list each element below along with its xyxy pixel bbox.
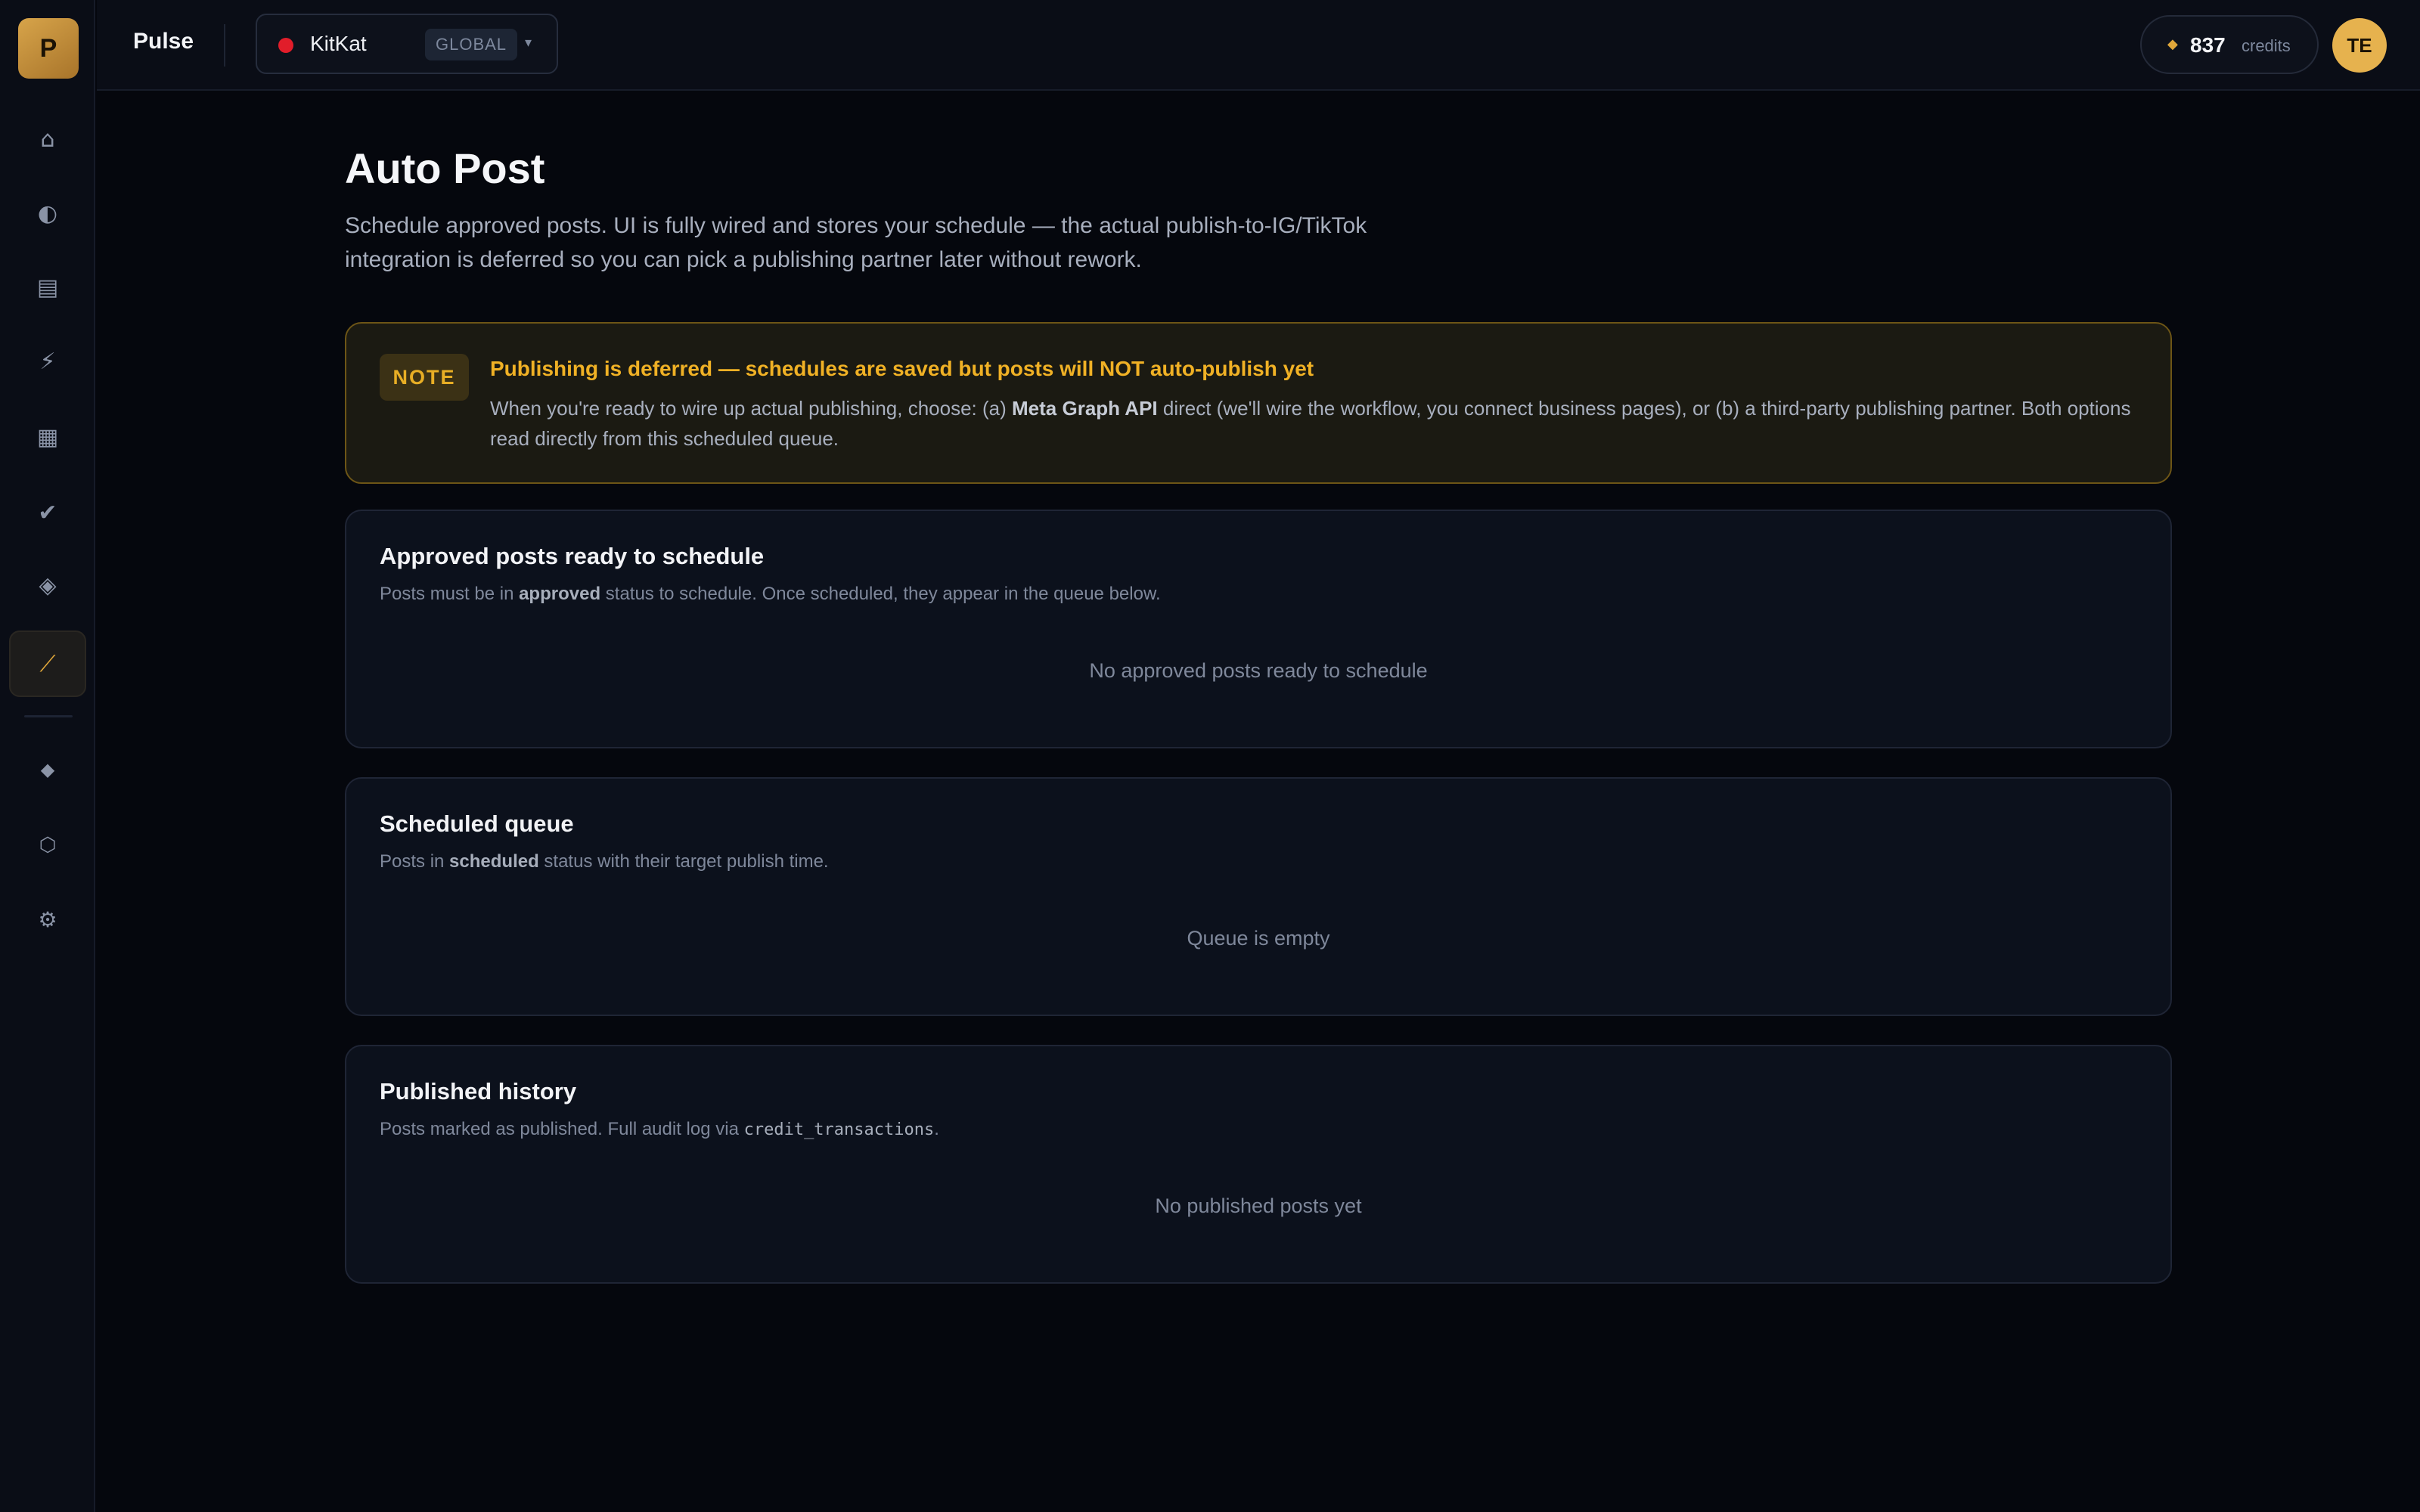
- app-logo[interactable]: P: [18, 18, 79, 79]
- deferred-note-banner: NOTE Publishing is deferred — schedules …: [345, 322, 2172, 484]
- credit-transactions-code: credit_transactions: [743, 1120, 935, 1139]
- workspace-name: KitKat: [310, 32, 367, 55]
- gear-icon[interactable]: ⚙: [9, 886, 86, 953]
- avatar[interactable]: TE: [2332, 18, 2387, 73]
- lightning-icon[interactable]: ⚡: [9, 328, 86, 395]
- layers-icon[interactable]: ◈: [9, 552, 86, 618]
- workspace-status-dot: [278, 38, 293, 53]
- brand-name[interactable]: Pulse: [133, 29, 194, 54]
- credits-diamond-icon: ◆: [2167, 36, 2178, 52]
- workspace-selector[interactable]: KitKat GLOBAL ▾: [256, 14, 558, 74]
- page-title: Auto Post: [345, 144, 545, 192]
- page-subtitle: Schedule approved posts. UI is fully wir…: [345, 213, 1367, 272]
- brand-separator: [224, 24, 225, 67]
- card-description: Posts marked as published. Full audit lo…: [380, 1119, 939, 1139]
- scheduled-queue-card: Scheduled queue Posts in scheduled statu…: [345, 777, 2172, 1016]
- meta-graph-api-label: Meta Graph API: [1012, 397, 1158, 420]
- top-bar: Pulse KitKat GLOBAL ▾ ◆ 837 credits TE: [97, 0, 2420, 91]
- credits-amount: 837: [2190, 33, 2226, 57]
- sidebar-divider: [24, 715, 73, 717]
- workspace-badge: GLOBAL: [425, 29, 518, 60]
- card-title: Approved posts ready to schedule: [380, 543, 765, 569]
- published-history-card: Published history Posts marked as publis…: [345, 1045, 2172, 1284]
- note-body: When you're ready to wire up actual publ…: [490, 397, 2131, 450]
- grid-icon[interactable]: ▦: [9, 404, 86, 470]
- document-icon[interactable]: ▤: [9, 254, 86, 321]
- home-icon[interactable]: ⌂: [9, 106, 86, 172]
- card-description: Posts in scheduled status with their tar…: [380, 851, 829, 872]
- card-title: Published history: [380, 1078, 577, 1105]
- note-tag: NOTE: [380, 354, 469, 401]
- hexagon-icon[interactable]: ⬡: [9, 812, 86, 878]
- card-title: Scheduled queue: [380, 810, 574, 837]
- credits-pill[interactable]: ◆ 837 credits: [2140, 15, 2319, 74]
- approved-posts-card: Approved posts ready to schedule Posts m…: [345, 510, 2172, 748]
- diamond-icon[interactable]: ◆: [9, 736, 86, 803]
- chevron-down-icon: ▾: [525, 35, 532, 51]
- card-description: Posts must be in approved status to sche…: [380, 584, 1161, 604]
- note-title: Publishing is deferred — schedules are s…: [490, 357, 1314, 380]
- contrast-icon[interactable]: ◐: [9, 180, 86, 246]
- empty-state: No published posts yet: [1155, 1194, 1362, 1217]
- arrow-diagonal-icon[interactable]: ⟋: [9, 631, 86, 697]
- empty-state: Queue is empty: [1187, 927, 1330, 950]
- check-icon[interactable]: ✔: [9, 479, 86, 546]
- credits-label: credits: [2242, 36, 2291, 55]
- sidebar: P ⌂ ◐ ▤ ⚡ ▦ ✔ ◈ ⟋ ◆ ⬡ ⚙: [0, 0, 95, 1512]
- empty-state: No approved posts ready to schedule: [1089, 659, 1428, 682]
